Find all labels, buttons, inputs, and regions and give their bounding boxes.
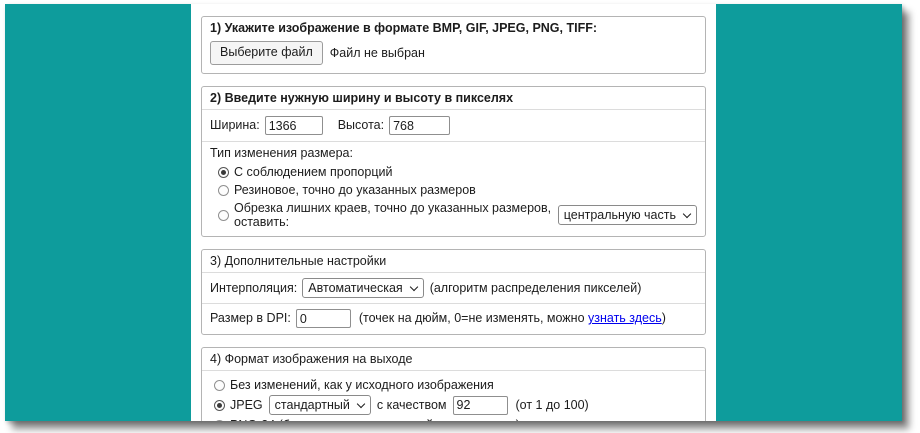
format-unchanged-label: Без изменений, как у исходного изображен… xyxy=(230,378,494,392)
page-background: 1) Укажите изображение в формате BMP, GI… xyxy=(5,4,902,421)
radio-unchecked-icon[interactable] xyxy=(214,420,225,422)
section-advanced: 3) Дополнительные настройки Интерполяция… xyxy=(201,249,706,335)
crop-area-select[interactable]: центральную часть xyxy=(558,205,697,225)
section-output-format: 4) Формат изображения на выходе Без изме… xyxy=(201,347,706,421)
section2-title: 2) Введите нужную ширину и высоту в пикс… xyxy=(202,87,705,109)
section-dimensions: 2) Введите нужную ширину и высоту в пикс… xyxy=(201,86,706,237)
dpi-hint: (точек на дюйм, 0=не изменять, можно узн… xyxy=(359,311,666,326)
section4-title: 4) Формат изображения на выходе xyxy=(202,348,705,370)
width-input[interactable] xyxy=(265,116,323,135)
format-jpeg-label: JPEG xyxy=(230,398,263,412)
interpolation-label: Интерполяция: xyxy=(210,281,297,296)
dpi-label: Размер в DPI: xyxy=(210,311,291,326)
format-png-option[interactable]: PNG-24 (без сжатия, с поддержкой прозрач… xyxy=(214,418,520,421)
radio-unchecked-icon[interactable] xyxy=(218,185,229,196)
choose-file-button[interactable]: Выберите файл xyxy=(210,41,323,65)
format-png-label: PNG-24 (без сжатия, с поддержкой прозрач… xyxy=(230,418,520,421)
section1-title: 1) Укажите изображение в формате BMP, GI… xyxy=(202,17,705,39)
radio-unchecked-icon[interactable] xyxy=(218,210,229,221)
resize-crop-option[interactable]: Обрезка лишних краев, точно до указанных… xyxy=(218,201,558,229)
resize-crop-label: Обрезка лишних краев, точно до указанных… xyxy=(234,201,552,229)
section3-title: 3) Дополнительные настройки xyxy=(202,250,705,272)
interpolation-select-value: Автоматическая xyxy=(308,281,402,296)
form-column: 1) Укажите изображение в формате BMP, GI… xyxy=(191,4,716,421)
jpeg-quality-input[interactable] xyxy=(453,396,508,415)
radio-checked-icon[interactable] xyxy=(218,167,229,178)
dpi-input[interactable] xyxy=(296,309,351,328)
crop-area-select-value: центральную часть xyxy=(564,208,676,222)
resize-proportional-label: С соблюдением пропорций xyxy=(234,165,392,179)
width-label: Ширина: xyxy=(210,118,260,133)
radio-checked-icon[interactable] xyxy=(214,400,225,411)
dpi-info-link[interactable]: узнать здесь xyxy=(588,311,662,325)
height-label: Высота: xyxy=(338,118,384,133)
radio-unchecked-icon[interactable] xyxy=(214,380,225,391)
resize-stretch-label: Резиновое, точно до указанных размеров xyxy=(234,183,476,197)
resize-type-label: Тип изменения размера: xyxy=(210,146,353,161)
jpeg-type-select-value: стандартный xyxy=(275,398,350,412)
format-jpeg-option[interactable]: JPEG xyxy=(214,398,269,412)
resize-proportional-option[interactable]: С соблюдением пропорций xyxy=(218,165,392,179)
format-unchanged-option[interactable]: Без изменений, как у исходного изображен… xyxy=(214,378,494,392)
no-file-chosen-text: Файл не выбран xyxy=(330,46,425,61)
chevron-down-icon xyxy=(357,399,365,407)
jpeg-type-select[interactable]: стандартный xyxy=(269,395,371,415)
section-source-image: 1) Укажите изображение в формате BMP, GI… xyxy=(201,16,706,74)
jpeg-quality-label: с качеством xyxy=(377,398,447,412)
chevron-down-icon xyxy=(409,282,417,290)
interpolation-select[interactable]: Автоматическая xyxy=(302,278,423,298)
jpeg-quality-hint: (от 1 до 100) xyxy=(516,398,589,412)
resize-stretch-option[interactable]: Резиновое, точно до указанных размеров xyxy=(218,183,476,197)
interpolation-hint: (алгоритм распределения пикселей) xyxy=(430,281,642,296)
height-input[interactable] xyxy=(389,116,450,135)
chevron-down-icon xyxy=(683,209,691,217)
